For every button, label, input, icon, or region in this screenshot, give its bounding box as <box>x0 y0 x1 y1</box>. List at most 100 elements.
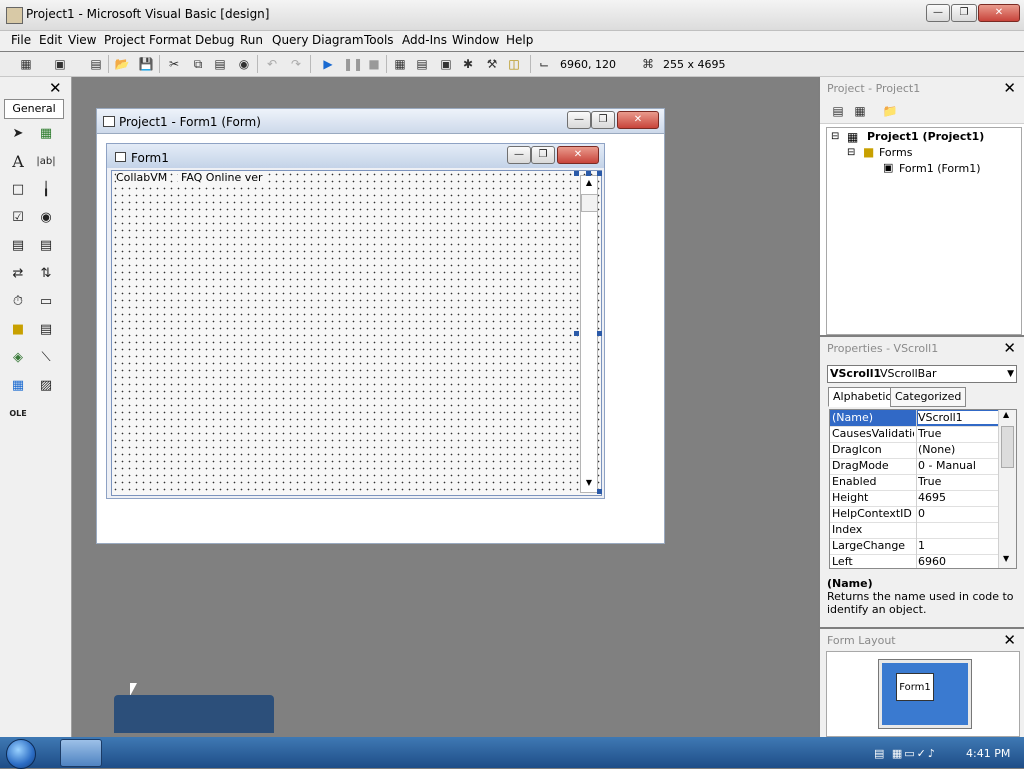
tray-icons[interactable]: ▤ ▦▭✓♪ <box>874 747 937 760</box>
cut-icon[interactable]: ✂ <box>166 56 182 72</box>
close-button[interactable]: ✕ <box>978 4 1020 22</box>
tree-forms-folder[interactable]: Forms <box>879 146 912 159</box>
property-row[interactable]: (Name) VScroll1 <box>830 410 998 427</box>
start-button[interactable] <box>6 739 36 769</box>
menu-addins[interactable]: Add-Ins <box>402 33 447 47</box>
picturebox-tool-icon[interactable]: ▦ <box>36 124 56 144</box>
form1-maximize-button[interactable]: ❐ <box>531 146 555 164</box>
combobox-tool-icon[interactable]: ▤ <box>8 236 28 256</box>
form1-titlebar[interactable]: Form1 — ❐ ✕ <box>107 144 604 168</box>
resize-handle[interactable] <box>574 171 579 176</box>
object-browser-icon[interactable]: ✱ <box>460 56 476 72</box>
frame-tool-icon[interactable]: □ <box>8 180 28 200</box>
checkbox-tool-icon[interactable]: ☑ <box>8 208 28 228</box>
toolbox-icon[interactable]: ⚒ <box>484 56 500 72</box>
menu-view[interactable]: View <box>68 33 96 47</box>
form1-minimize-button[interactable]: — <box>507 146 531 164</box>
tab-alphabetic[interactable]: Alphabetic <box>828 387 897 407</box>
add-project-icon[interactable]: ▦ <box>18 56 34 72</box>
shape-tool-icon[interactable]: ◈ <box>8 348 28 368</box>
property-row[interactable]: LargeChange 1 <box>830 538 998 555</box>
copy-icon[interactable]: ⧉ <box>190 56 206 72</box>
property-row[interactable]: Index <box>830 522 998 539</box>
resize-handle[interactable] <box>597 331 602 336</box>
menu-debug[interactable]: Debug <box>195 33 234 47</box>
properties-close-icon[interactable]: ✕ <box>1003 339 1016 357</box>
taskbar-vb-button[interactable] <box>60 739 102 767</box>
add-form-icon[interactable]: ▣ <box>52 56 68 72</box>
designer-close-button[interactable]: ✕ <box>617 111 659 129</box>
resize-handle[interactable] <box>586 171 591 176</box>
optionbutton-tool-icon[interactable]: ◉ <box>36 208 56 228</box>
object-selector[interactable]: VScroll1 VScrollBar ▼ <box>827 365 1017 383</box>
redo-icon[interactable]: ↷ <box>288 56 304 72</box>
label-tool-icon[interactable]: A <box>8 152 28 172</box>
menu-run[interactable]: Run <box>240 33 263 47</box>
tree-project-root[interactable]: Project1 (Project1) <box>867 130 984 143</box>
form-layout-icon[interactable]: ▣ <box>438 56 454 72</box>
properties-scrollbar[interactable]: ▲ ▼ <box>998 410 1016 568</box>
property-row[interactable]: DragMode 0 - Manual <box>830 458 998 475</box>
property-row[interactable]: DragIcon (None) <box>830 442 998 459</box>
menu-help[interactable]: Help <box>506 33 533 47</box>
listbox-tool-icon[interactable]: ▤ <box>36 236 56 256</box>
open-project-icon[interactable]: 📂 <box>114 56 130 72</box>
form1-design-grid[interactable]: CollabVM FAQ Online ver ▲ ▼ <box>111 170 602 496</box>
toolbox-close-icon[interactable]: ✕ <box>49 79 62 97</box>
form1[interactable]: Form1 — ❐ ✕ CollabVM FAQ Online ver ▲ ▼ <box>106 143 605 499</box>
vb-app-icon[interactable] <box>6 7 23 24</box>
maximize-button[interactable]: ❐ <box>951 4 977 22</box>
textbox-tool-icon[interactable]: |ab| <box>36 152 56 172</box>
pointer-tool-icon[interactable]: ➤ <box>8 124 28 144</box>
scroll-down-icon[interactable]: ▼ <box>1003 554 1009 563</box>
property-row[interactable]: HelpContextID 0 <box>830 506 998 523</box>
resize-handle[interactable] <box>597 171 602 176</box>
paste-icon[interactable]: ▤ <box>212 56 228 72</box>
label-faq[interactable]: FAQ Online ver <box>178 171 266 184</box>
chevron-down-icon[interactable]: ▼ <box>1007 366 1014 382</box>
scroll-thumb[interactable] <box>1001 426 1014 468</box>
image-tool-icon[interactable]: ▦ <box>8 376 28 396</box>
form1-close-button[interactable]: ✕ <box>557 146 599 164</box>
label-collabvm[interactable]: CollabVM <box>116 171 171 184</box>
property-row[interactable]: Left 6960 <box>830 554 998 568</box>
view-code-icon[interactable]: ▤ <box>830 103 846 119</box>
data-view-icon[interactable]: ◫ <box>506 56 522 72</box>
menu-diagram[interactable]: Diagram <box>312 33 364 47</box>
line-tool-icon[interactable]: ⟍ <box>36 348 56 368</box>
menu-project[interactable]: Project <box>104 33 145 47</box>
collapse-icon[interactable]: ⊟ <box>831 131 839 142</box>
save-project-icon[interactable]: 💾 <box>138 56 154 72</box>
find-icon[interactable]: ◉ <box>236 56 252 72</box>
resize-handle[interactable] <box>597 489 602 494</box>
ole-tool-icon[interactable]: OLE <box>8 404 28 424</box>
dirlistbox-tool-icon[interactable]: ■ <box>8 320 28 340</box>
tree-form1-item[interactable]: Form1 (Form1) <box>899 162 981 175</box>
menu-format[interactable]: Format <box>149 33 191 47</box>
toggle-folders-icon[interactable]: 📁 <box>882 103 898 119</box>
form-layout-form1[interactable]: Form1 <box>896 673 934 701</box>
end-icon[interactable]: ■ <box>366 56 382 72</box>
drivelistbox-tool-icon[interactable]: ▭ <box>36 292 56 312</box>
menu-query[interactable]: Query <box>272 33 308 47</box>
start-icon[interactable]: ▶ <box>320 56 336 72</box>
resize-handle[interactable] <box>574 331 579 336</box>
hscrollbar-tool-icon[interactable]: ⇄ <box>8 264 28 284</box>
form-layout-close-icon[interactable]: ✕ <box>1003 631 1016 649</box>
project-close-icon[interactable]: ✕ <box>1003 79 1016 97</box>
scroll-down-icon[interactable]: ▼ <box>581 476 597 490</box>
property-row[interactable]: Enabled True <box>830 474 998 491</box>
menu-file[interactable]: File <box>11 33 31 47</box>
menu-editor-icon[interactable]: ▤ <box>88 56 104 72</box>
break-icon[interactable]: ❚❚ <box>343 56 363 72</box>
timer-tool-icon[interactable]: ⏱ <box>8 292 28 312</box>
tab-categorized[interactable]: Categorized <box>890 387 967 407</box>
view-object-icon[interactable]: ▦ <box>852 103 868 119</box>
toolbox-tab-general[interactable]: General <box>4 99 64 119</box>
form-designer-titlebar[interactable]: Project1 - Form1 (Form) — ❐ ✕ <box>97 109 664 134</box>
property-row[interactable]: Height 4695 <box>830 490 998 507</box>
menu-tools[interactable]: Tools <box>364 33 394 47</box>
designer-maximize-button[interactable]: ❐ <box>591 111 615 129</box>
scroll-thumb[interactable] <box>581 194 598 212</box>
vscroll1-control[interactable]: ▲ ▼ <box>580 175 598 493</box>
